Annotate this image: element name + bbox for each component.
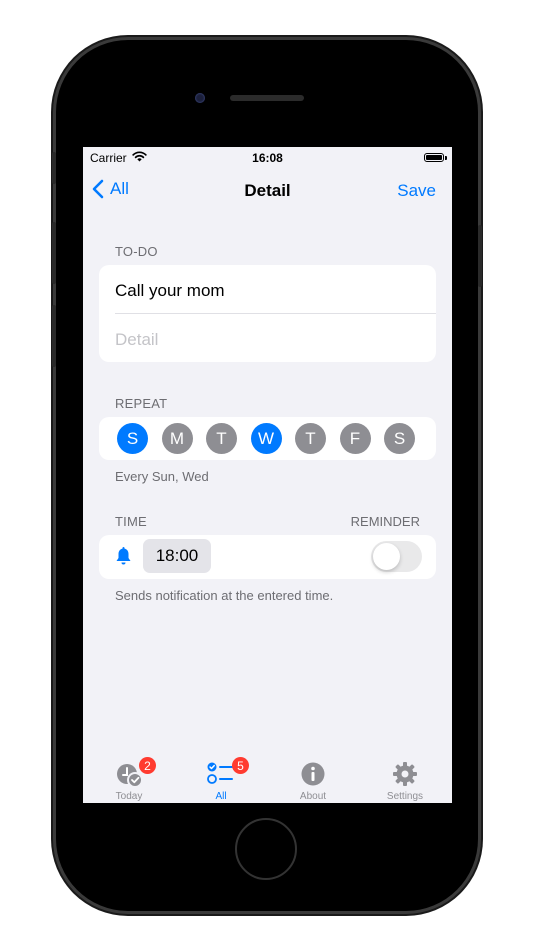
toggle-knob (373, 543, 400, 570)
day-toggle-monday[interactable]: M (161, 423, 193, 454)
volume-up-button (52, 222, 56, 284)
info-icon (299, 760, 327, 788)
tab-all[interactable]: 5 All (175, 753, 267, 803)
day-toggle-saturday[interactable]: S (384, 423, 415, 454)
screen: Carrier 16:08 All Detail Save TO-DO Call… (83, 147, 452, 803)
tab-label-about: About (299, 791, 327, 802)
status-time: 16:08 (252, 151, 283, 165)
time-picker[interactable]: 18:00 (143, 539, 211, 573)
reminder-toggle[interactable] (371, 541, 422, 572)
tab-label-today: Today (115, 791, 143, 802)
navigation-bar: All Detail Save (83, 169, 452, 213)
day-toggle-wednesday[interactable]: W (250, 423, 282, 454)
front-camera (195, 93, 205, 103)
repeat-section-header: REPEAT (115, 396, 168, 411)
volume-down-button (52, 305, 56, 367)
tab-about[interactable]: About (267, 753, 359, 803)
todo-detail-field[interactable]: Detail (115, 330, 158, 350)
tab-today[interactable]: 2 Today (83, 753, 175, 803)
today-badge: 2 (139, 757, 156, 774)
battery-icon (424, 153, 447, 162)
day-toggle-thursday[interactable]: T (295, 423, 326, 454)
time-card: 18:00 (99, 535, 436, 579)
time-section-header: TIME (115, 514, 147, 529)
divider (115, 313, 436, 314)
weekday-selector: S M T W T F S (117, 423, 415, 454)
power-button (478, 225, 482, 287)
repeat-summary: Every Sun, Wed (115, 469, 209, 484)
all-badge: 5 (232, 757, 249, 774)
todo-section-header: TO-DO (115, 244, 158, 259)
checklist-icon (207, 760, 235, 788)
tab-settings[interactable]: Settings (359, 753, 451, 803)
repeat-card: S M T W T F S (99, 417, 436, 460)
mute-switch (52, 152, 56, 184)
tab-label-settings: Settings (386, 791, 424, 802)
day-toggle-sunday[interactable]: S (117, 423, 148, 454)
tab-label-all: All (215, 791, 227, 802)
save-button[interactable]: Save (397, 181, 436, 201)
todo-card: Call your mom Detail (99, 265, 436, 362)
day-toggle-friday[interactable]: F (339, 423, 371, 454)
tab-bar: 2 Today 5 All About Settings (83, 753, 452, 803)
gear-icon (391, 760, 419, 788)
reminder-section-header: REMINDER (350, 514, 420, 529)
bell-icon (115, 547, 132, 571)
time-footer-note: Sends notification at the entered time. (115, 588, 334, 603)
earpiece-speaker (230, 95, 304, 101)
day-toggle-tuesday[interactable]: T (206, 423, 237, 454)
status-bar: Carrier 16:08 (83, 147, 452, 169)
home-button[interactable] (235, 818, 297, 880)
todo-title-field[interactable]: Call your mom (115, 281, 225, 301)
